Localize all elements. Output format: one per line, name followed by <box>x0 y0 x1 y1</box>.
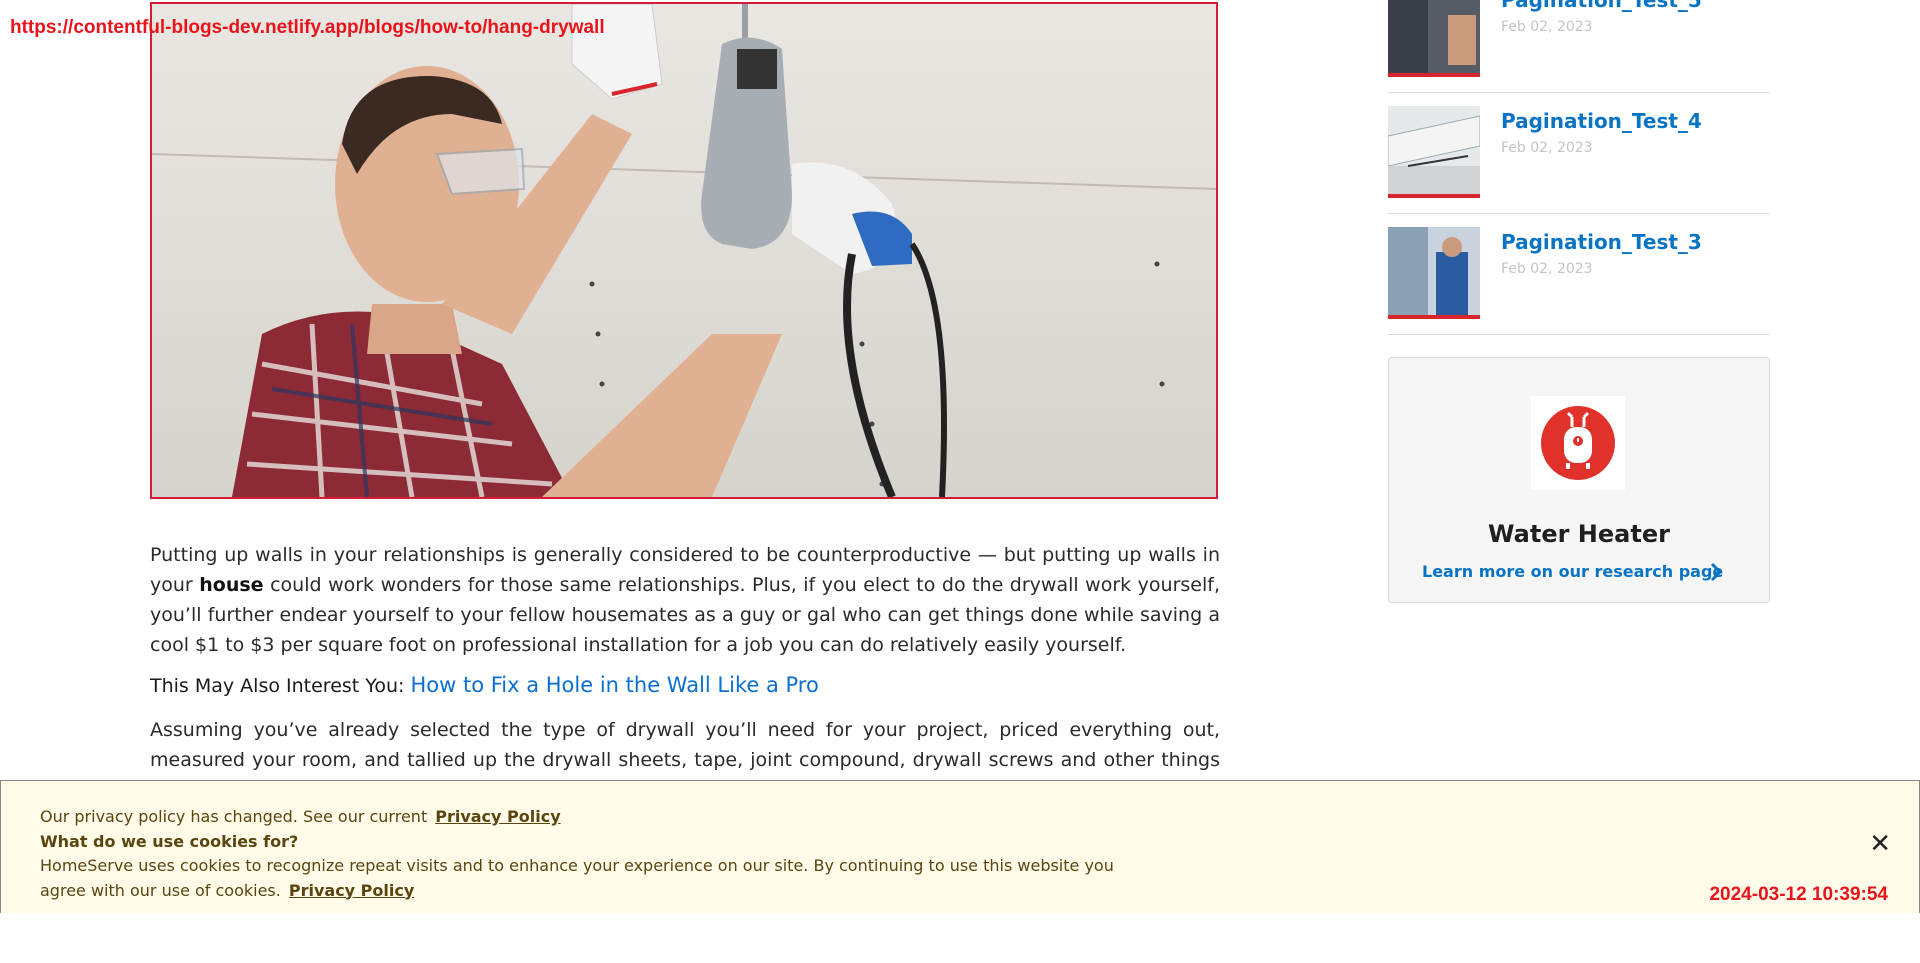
man-drilling-drywall-image <box>152 4 1216 497</box>
cookie-line-3: HomeServe uses cookies to recognize repe… <box>40 856 1114 875</box>
privacy-policy-link-2[interactable]: Privacy Policy <box>289 881 414 900</box>
card-title: Water Heater <box>1488 520 1670 548</box>
close-icon[interactable]: ✕ <box>1869 831 1891 857</box>
water-heater-card[interactable]: Water Heater Learn more on our research … <box>1388 357 1770 603</box>
post-date: Feb 02, 2023 <box>1501 19 1593 35</box>
post-title[interactable]: Pagination_Test_3 <box>1501 230 1702 254</box>
post-thumbnail[interactable] <box>1388 227 1480 319</box>
article-body: Putting up walls in your relationships i… <box>150 540 1220 815</box>
cookie-banner: Our privacy policy has changed. See our … <box>0 780 1920 913</box>
bold-house: house <box>199 574 264 596</box>
sidebar-post-item[interactable]: Pagination_Test_5 Feb 02, 2023 <box>1388 0 1770 93</box>
sidebar-post-item[interactable]: Pagination_Test_4 Feb 02, 2023 <box>1388 93 1770 214</box>
sidebar-post-item[interactable]: Pagination_Test_3 Feb 02, 2023 <box>1388 214 1770 335</box>
also-interest: This May Also Interest You: How to Fix a… <box>150 670 1220 701</box>
post-thumbnail[interactable] <box>1388 106 1480 198</box>
also-interest-link[interactable]: How to Fix a Hole in the Wall Like a Pro <box>410 673 818 697</box>
cookie-line-4: agree with our use of cookies. <box>40 880 281 900</box>
post-thumbnail[interactable] <box>1388 0 1480 77</box>
cookie-question: What do we use cookies for? <box>40 831 299 851</box>
research-page-link[interactable]: Learn more on our research page <box>1422 562 1723 581</box>
cookie-line-1: Our privacy policy has changed. See our … <box>40 807 428 826</box>
hero-image <box>150 2 1218 499</box>
post-date: Feb 02, 2023 <box>1501 140 1593 156</box>
article-paragraph-1: Putting up walls in your relationships i… <box>150 544 1220 656</box>
post-title[interactable]: Pagination_Test_4 <box>1501 109 1702 133</box>
post-date: Feb 02, 2023 <box>1501 261 1593 277</box>
also-interest-label: This May Also Interest You: <box>150 675 405 697</box>
water-heater-icon <box>1531 396 1625 490</box>
sidebar-recent-posts: Pagination_Test_5 Feb 02, 2023 Paginatio… <box>1388 0 1770 335</box>
post-title[interactable]: Pagination_Test_5 <box>1501 0 1702 12</box>
chevron-right-icon[interactable] <box>1709 562 1723 582</box>
privacy-policy-link[interactable]: Privacy Policy <box>435 807 560 826</box>
timestamp-overlay: 2024-03-12 10:39:54 <box>1709 884 1888 905</box>
cookie-text: Our privacy policy has changed. See our … <box>40 805 1114 903</box>
url-overlay: https://contentful-blogs-dev.netlify.app… <box>10 17 605 38</box>
